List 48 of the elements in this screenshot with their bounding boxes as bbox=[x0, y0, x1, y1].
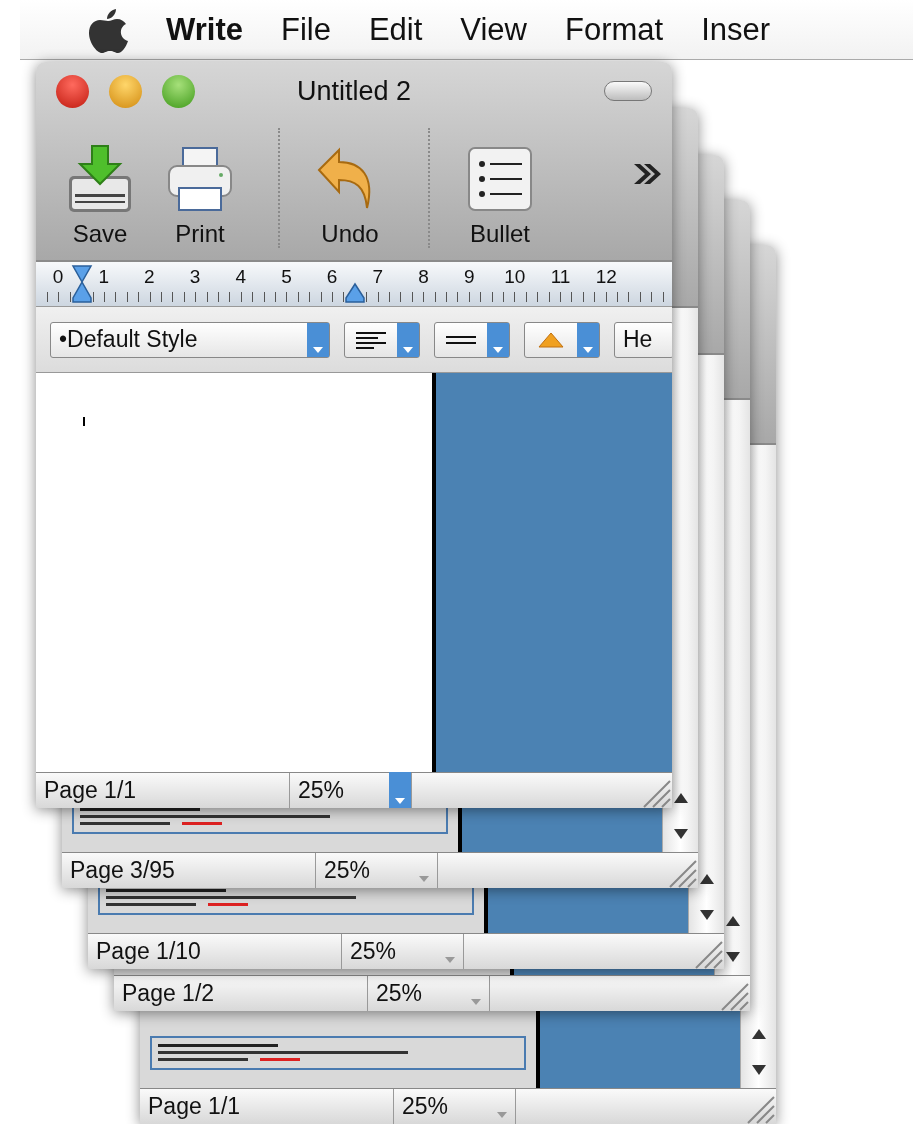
zoom-popup[interactable]: 25% bbox=[342, 934, 464, 969]
text-cursor bbox=[83, 417, 85, 426]
toolbar-button[interactable]: Print bbox=[150, 142, 250, 248]
ruler-number: 8 bbox=[417, 265, 430, 288]
menu-item[interactable]: Edit bbox=[368, 11, 423, 48]
ruler-number: 7 bbox=[371, 265, 385, 288]
close-button[interactable] bbox=[56, 74, 89, 108]
ruler-number: 10 bbox=[503, 265, 526, 288]
ruler-number: 9 bbox=[462, 265, 476, 288]
menu-item[interactable]: View bbox=[460, 11, 527, 48]
ruler-number: 4 bbox=[234, 265, 248, 288]
app-menu[interactable]: Write bbox=[166, 11, 243, 48]
zoom-popup[interactable]: 25% bbox=[316, 853, 438, 888]
apple-icon bbox=[88, 6, 128, 53]
font-popup[interactable]: He bbox=[614, 321, 672, 358]
zoom-popup[interactable]: 25% bbox=[290, 773, 412, 808]
line-spacing-popup[interactable] bbox=[434, 321, 510, 358]
menu-item[interactable]: Format bbox=[564, 11, 664, 48]
ruler-number: 6 bbox=[325, 265, 339, 288]
ruler-number: 5 bbox=[280, 265, 293, 288]
page-indicator: Page 1/10 bbox=[88, 934, 342, 969]
style-popup[interactable]: •Default Style bbox=[50, 321, 330, 358]
ruler-number: 11 bbox=[549, 265, 572, 288]
page-indicator: Page 1/1 bbox=[36, 773, 290, 808]
toolbar-button[interactable]: Undo bbox=[278, 128, 400, 248]
margin-marker-icon[interactable] bbox=[344, 282, 366, 304]
ruler-number: 12 bbox=[595, 265, 618, 288]
indent-marker-icon[interactable] bbox=[71, 264, 93, 304]
page-indicator: Page 1/2 bbox=[114, 976, 368, 1011]
triangle-icon bbox=[538, 331, 564, 348]
ruler-number: 2 bbox=[143, 265, 156, 288]
ruler-number: 3 bbox=[188, 265, 202, 288]
zoom-popup[interactable]: 25% bbox=[394, 1089, 516, 1124]
page-indicator: Page 1/1 bbox=[140, 1089, 394, 1124]
line-spacing-icon bbox=[446, 335, 476, 344]
zoom-popup[interactable]: 25% bbox=[368, 976, 490, 1011]
overflow-chevron-icon[interactable] bbox=[632, 162, 662, 186]
text-color-popup[interactable] bbox=[524, 321, 600, 358]
menu-item[interactable]: Inser bbox=[701, 11, 771, 48]
toolbar-button[interactable]: Bullet bbox=[428, 128, 550, 248]
toolbar-toggle-button[interactable] bbox=[604, 81, 652, 101]
ruler-number: 0 bbox=[51, 265, 65, 288]
toolbar-button[interactable]: Save bbox=[50, 142, 150, 248]
alignment-popup[interactable] bbox=[344, 321, 420, 358]
page-indicator: Page 3/95 bbox=[62, 853, 316, 888]
menu-item[interactable]: File bbox=[280, 11, 331, 48]
ruler-number: 1 bbox=[97, 265, 110, 288]
window-title: Untitled 2 bbox=[296, 75, 412, 107]
